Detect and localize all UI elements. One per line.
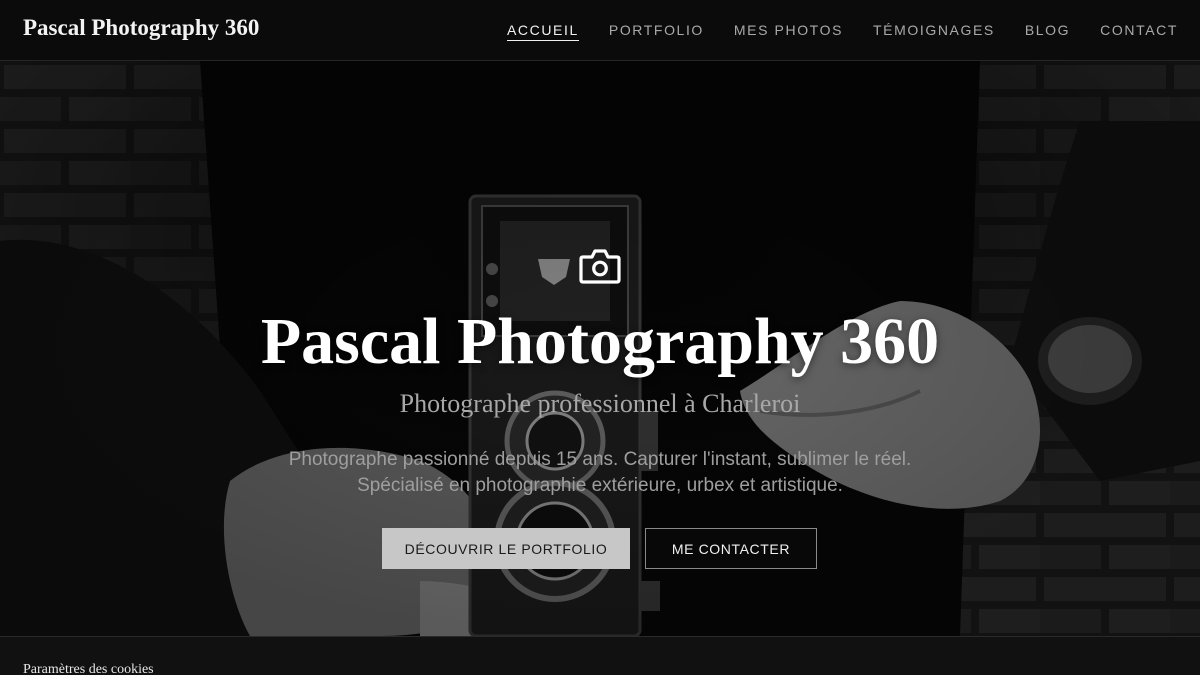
site-header: Pascal Photography 360 ACCUEIL PORTFOLIO… xyxy=(0,0,1200,61)
hero-title: Pascal Photography 360 xyxy=(260,305,940,378)
hero-content: Pascal Photography 360 Photographe profe… xyxy=(0,61,1200,636)
nav-item-temoignages[interactable]: TÉMOIGNAGES xyxy=(873,22,995,41)
nav-item-mes-photos[interactable]: MES PHOTOS xyxy=(734,22,843,41)
nav-item-contact[interactable]: CONTACT xyxy=(1100,22,1178,41)
nav-item-accueil[interactable]: ACCUEIL xyxy=(506,22,579,41)
page: Pascal Photography 360 ACCUEIL PORTFOLIO… xyxy=(0,0,1200,675)
site-logo[interactable]: Pascal Photography 360 xyxy=(23,15,259,41)
discover-portfolio-button[interactable]: DÉCOUVRIR LE PORTFOLIO xyxy=(382,528,630,569)
cookie-settings-bar: Paramètres des cookies xyxy=(0,636,1200,675)
cookie-settings-title[interactable]: Paramètres des cookies xyxy=(23,662,154,675)
hero-description: Photographe passionné depuis 15 ans. Cap… xyxy=(288,449,912,496)
nav-item-portfolio[interactable]: PORTFOLIO xyxy=(609,22,704,41)
contact-me-button[interactable]: ME CONTACTER xyxy=(645,528,817,569)
nav-item-blog[interactable]: BLOG xyxy=(1025,22,1070,41)
hero-section: Pascal Photography 360 Photographe profe… xyxy=(0,61,1200,636)
hero-subtitle: Photographe professionnel à Charleroi xyxy=(399,389,801,418)
camera-icon xyxy=(579,249,621,284)
main-nav: ACCUEIL PORTFOLIO MES PHOTOS TÉMOIGNAGES… xyxy=(506,22,1178,41)
